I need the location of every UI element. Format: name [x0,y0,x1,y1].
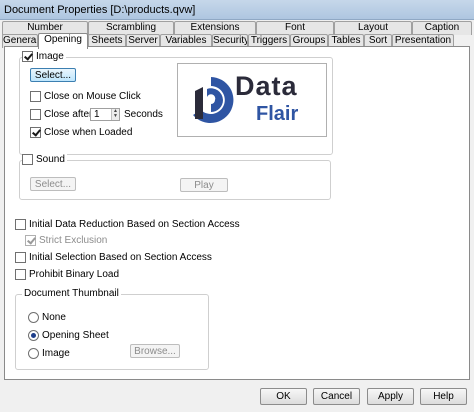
initial-selection-row[interactable]: Initial Selection Based on Section Acces… [15,252,212,263]
sound-checkbox-row[interactable]: Sound [22,154,67,165]
thumbnail-image-radio[interactable] [28,348,39,359]
thumbnail-opening-sheet-row[interactable]: Opening Sheet [28,330,109,341]
tab-scrambling[interactable]: Scrambling [88,21,174,35]
initial-data-reduction-label: Initial Data Reduction Based on Section … [29,219,240,230]
document-thumbnail-group: Document Thumbnail None Opening Sheet Im… [15,288,209,370]
prohibit-binary-load-checkbox[interactable] [15,269,26,280]
spinner-arrows-icon[interactable]: ▲ ▼ [111,109,119,120]
thumbnail-image-row[interactable]: Image [28,348,70,359]
seconds-label: Seconds [124,109,163,120]
logo-area: Data Flair [181,67,323,133]
sound-label: Sound [36,154,65,165]
close-when-loaded-checkbox[interactable] [30,127,41,138]
close-when-loaded-label: Close when Loaded [44,127,133,138]
sound-select-button[interactable]: Select... [30,177,76,191]
initial-data-reduction-row[interactable]: Initial Data Reduction Based on Section … [15,219,240,230]
image-select-button[interactable]: Select... [30,68,76,82]
sound-group: Sound Select... Play [19,154,331,200]
apply-label: Apply [377,391,403,402]
initial-data-reduction-checkbox[interactable] [15,219,26,230]
help-label: Help [433,391,454,402]
image-checkbox[interactable] [22,51,33,62]
prohibit-binary-load-row[interactable]: Prohibit Binary Load [15,269,119,280]
ok-label: OK [276,391,291,402]
apply-button[interactable]: Apply [367,388,414,405]
tab-layout[interactable]: Layout [334,21,412,35]
tab-opening[interactable]: Opening [38,33,88,49]
play-button[interactable]: Play [180,178,228,192]
strict-exclusion-label: Strict Exclusion [39,235,108,246]
help-button[interactable]: Help [420,388,467,405]
close-after-seconds-input[interactable]: 1 ▲ ▼ [90,108,120,121]
close-after-checkbox[interactable] [30,109,41,120]
logo-word-data: Data [235,71,298,101]
thumbnail-image-label: Image [42,348,70,359]
thumbnail-none-row[interactable]: None [28,312,66,323]
cancel-label: Cancel [320,391,353,402]
window-title: Document Properties [D:\products.qvw] [4,4,196,16]
sound-select-label: Select... [34,178,72,190]
close-on-click-checkbox[interactable] [30,91,41,102]
thumbnail-opening-sheet-label: Opening Sheet [42,330,109,341]
close-on-click-row[interactable]: Close on Mouse Click [30,91,141,102]
image-checkbox-row[interactable]: Image [22,51,66,62]
title-bar: Document Properties [D:\products.qvw] [0,0,474,20]
prohibit-binary-load-label: Prohibit Binary Load [29,269,120,280]
strict-exclusion-row[interactable]: Strict Exclusion [25,235,107,246]
ok-button[interactable]: OK [260,388,307,405]
initial-selection-label: Initial Selection Based on Section Acces… [29,252,212,263]
play-label: Play [194,179,214,191]
sound-checkbox[interactable] [22,154,33,165]
thumbnail-none-radio[interactable] [28,312,39,323]
close-on-click-label: Close on Mouse Click [44,91,141,102]
image-preview: Data Flair [177,63,327,137]
close-after-label: Close after [44,109,93,120]
thumbnail-none-label: None [42,312,66,323]
tab-caption[interactable]: Caption [412,21,472,35]
strict-exclusion-checkbox[interactable] [25,235,36,246]
close-after-value: 1 [94,109,100,120]
document-thumbnail-title: Document Thumbnail [22,288,121,299]
cancel-button[interactable]: Cancel [313,388,360,405]
logo-word-flair: Flair [256,103,299,125]
thumbnail-opening-sheet-radio[interactable] [28,330,39,341]
opening-panel: Image Select... Close on Mouse Click Clo… [4,46,470,380]
close-after-row[interactable]: Close after [30,109,92,120]
browse-label: Browse... [134,345,176,357]
image-select-label: Select... [34,69,72,81]
tab-extensions[interactable]: Extensions [174,21,256,35]
image-label: Image [36,51,64,62]
close-when-loaded-row[interactable]: Close when Loaded [30,127,132,138]
initial-selection-checkbox[interactable] [15,252,26,263]
browse-button[interactable]: Browse... [130,344,180,358]
tab-font[interactable]: Font [256,21,334,35]
